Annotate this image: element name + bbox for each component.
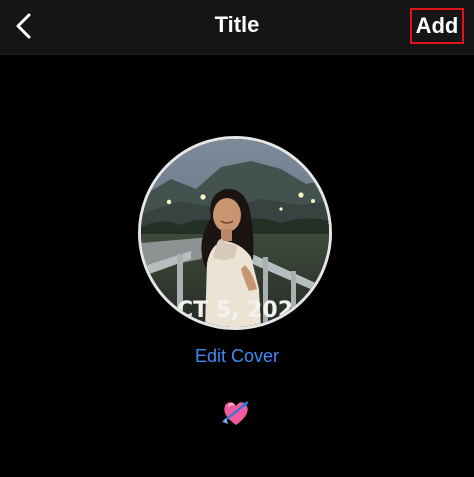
- screen: Title Add CT 5, 202 Edit Cover: [0, 0, 474, 477]
- page-title: Title: [214, 12, 260, 37]
- heart-arrow-icon: [222, 401, 249, 425]
- cover-image: CT 5, 202: [141, 139, 329, 327]
- navigation-bar: Title Add: [0, 0, 474, 55]
- edit-cover-button[interactable]: Edit Cover: [0, 346, 474, 367]
- back-button[interactable]: [6, 6, 42, 46]
- heart-with-arrow-emoji[interactable]: [221, 398, 251, 428]
- add-button[interactable]: Add: [410, 8, 464, 44]
- chevron-left-icon: [16, 13, 31, 39]
- cover-photo[interactable]: CT 5, 202: [138, 136, 332, 330]
- cover-date-text: CT 5, 202: [177, 298, 293, 323]
